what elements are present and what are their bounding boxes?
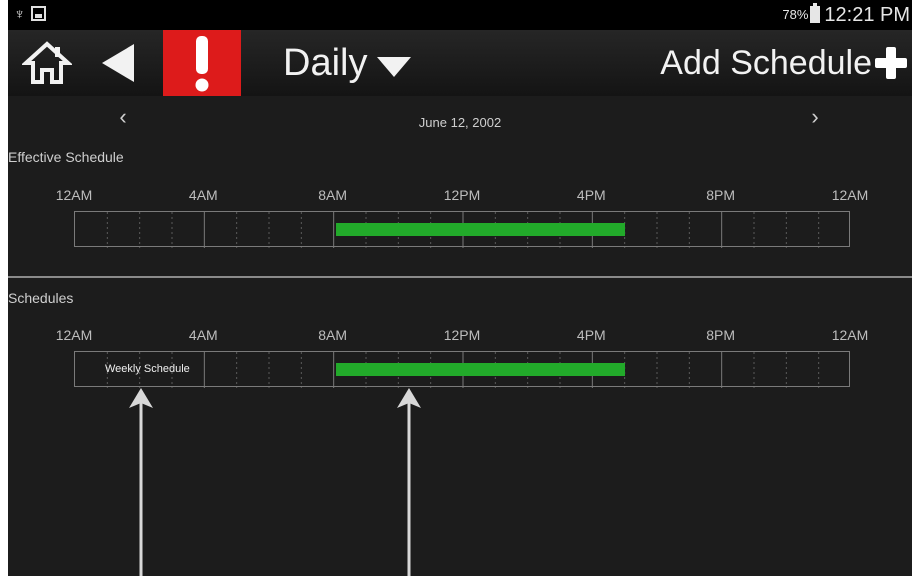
date-navigator: ‹ June 12, 2002 › xyxy=(8,104,912,136)
effective-active-bar[interactable] xyxy=(335,223,625,236)
effective-schedule-title: Effective Schedule xyxy=(8,149,124,165)
hour-label: 8AM xyxy=(318,187,348,203)
home-button[interactable] xyxy=(20,38,74,88)
section-divider xyxy=(8,276,912,278)
plus-icon xyxy=(875,47,907,79)
add-schedule-button[interactable]: Add Schedule xyxy=(660,40,908,86)
schedules-hour-axis: 12AM 4AM 8AM 12PM 4PM 8PM 12AM xyxy=(8,327,912,345)
chevron-down-icon xyxy=(377,57,412,77)
hour-label: 4AM xyxy=(188,327,218,343)
hour-label: 4AM xyxy=(188,187,218,203)
status-left: ♆ xyxy=(14,6,47,23)
usb-icon: ♆ xyxy=(14,6,26,23)
current-date: June 12, 2002 xyxy=(418,115,502,130)
hour-label: 4PM xyxy=(576,327,606,343)
schedule-timeline-weekly[interactable]: Weekly Schedule xyxy=(74,351,850,388)
next-day-button[interactable]: › xyxy=(800,104,830,132)
app-screen: ♆ 78% 12:21 PM Daily Add Schedule ‹ June… xyxy=(8,0,912,576)
clock: 12:21 PM xyxy=(824,4,910,26)
hour-label: 12AM xyxy=(831,187,869,203)
back-button[interactable] xyxy=(98,42,138,84)
hour-label: 12PM xyxy=(443,327,481,343)
hour-label: 4PM xyxy=(576,187,606,203)
hour-label: 12AM xyxy=(831,327,869,343)
schedules-title: Schedules xyxy=(8,290,74,306)
effective-hour-axis: 12AM 4AM 8AM 12PM 4PM 8PM 12AM xyxy=(8,187,912,205)
home-icon xyxy=(20,41,74,84)
battery-percent: 78% xyxy=(782,7,809,22)
effective-timeline xyxy=(74,211,850,248)
view-mode-label: Daily xyxy=(283,42,368,84)
back-arrow-icon xyxy=(102,44,134,82)
hour-label: 8PM xyxy=(706,327,736,343)
battery-icon xyxy=(810,3,821,23)
hour-label: 8AM xyxy=(318,327,348,343)
schedule-name-label: Weekly Schedule xyxy=(105,363,190,375)
exclamation-icon xyxy=(195,36,209,92)
callout-arrow-bar xyxy=(397,388,421,576)
hour-label: 12AM xyxy=(55,187,93,203)
image-icon xyxy=(31,6,47,21)
alert-button[interactable] xyxy=(163,30,241,96)
view-mode-dropdown[interactable]: Daily xyxy=(283,40,413,86)
top-nav-bar: Daily Add Schedule xyxy=(8,30,912,96)
hour-label: 12AM xyxy=(55,327,93,343)
hour-label: 8PM xyxy=(706,187,736,203)
status-bar: ♆ 78% 12:21 PM xyxy=(8,0,912,30)
schedule-active-bar[interactable] xyxy=(335,363,625,376)
status-right: 78% 12:21 PM xyxy=(782,3,910,27)
callout-arrow-name xyxy=(129,388,153,576)
hour-label: 12PM xyxy=(443,187,481,203)
add-schedule-label: Add Schedule xyxy=(660,44,872,82)
